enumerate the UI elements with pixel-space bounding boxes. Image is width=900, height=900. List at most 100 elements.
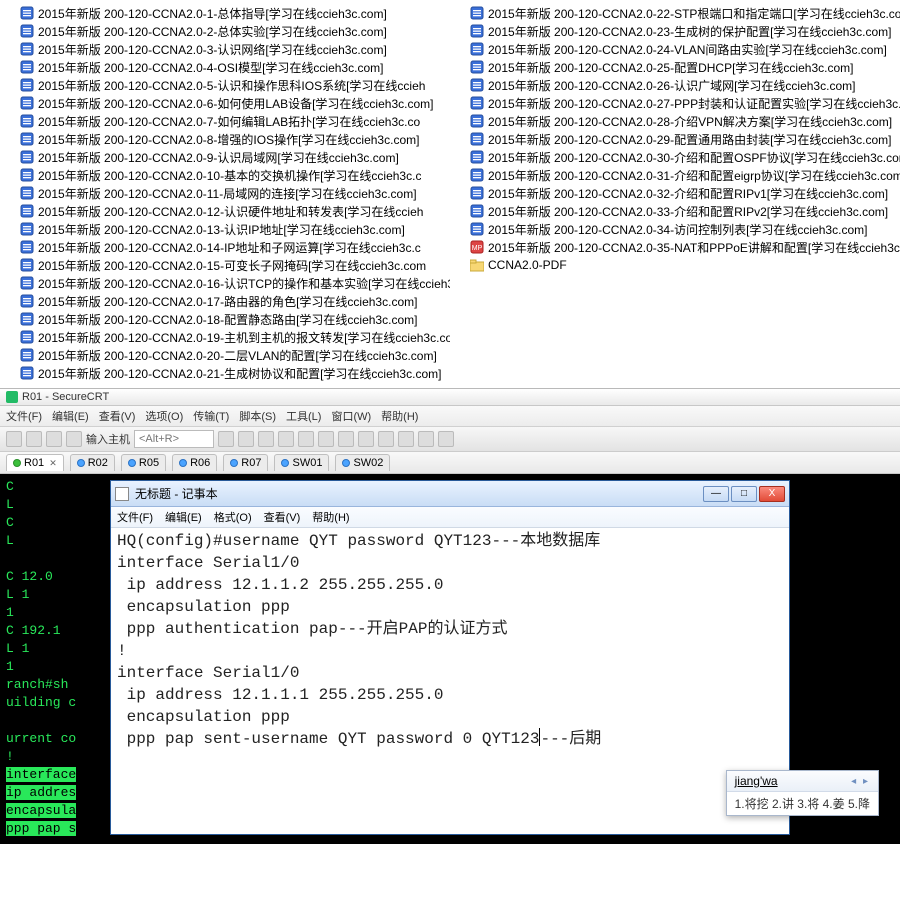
ime-candidates[interactable]: 1.将挖 2.讲 3.将 4.姜 5.降 (727, 792, 878, 815)
notepad-menu-item[interactable]: 查看(V) (264, 509, 301, 525)
file-item[interactable]: 2015年新版 200-120-CCNA2.0-10-基本的交换机操作[学习在线… (0, 166, 450, 184)
document-icon (470, 114, 484, 128)
file-item[interactable]: 2015年新版 200-120-CCNA2.0-30-介绍和配置OSPF协议[学… (450, 148, 900, 166)
tb-btn-8[interactable] (278, 431, 294, 447)
file-item[interactable]: 2015年新版 200-120-CCNA2.0-13-认识IP地址[学习在线cc… (0, 220, 450, 238)
tb-btn-14[interactable] (398, 431, 414, 447)
document-icon (20, 132, 34, 146)
ime-nav-arrows[interactable]: ◂ ▸ (851, 776, 870, 787)
crt-toolbar: 输入主机 (0, 427, 900, 452)
notepad-titlebar[interactable]: 无标题 - 记事本 — □ X (111, 481, 789, 507)
session-tab[interactable]: SW02 (335, 454, 390, 471)
file-item[interactable]: 2015年新版 200-120-CCNA2.0-14-IP地址和子网运算[学习在… (0, 238, 450, 256)
notepad-menu-item[interactable]: 编辑(E) (165, 509, 202, 525)
tb-btn-10[interactable] (318, 431, 334, 447)
file-item[interactable]: 2015年新版 200-120-CCNA2.0-5-认识和操作思科IOS系统[学… (0, 76, 450, 94)
file-item[interactable]: 2015年新版 200-120-CCNA2.0-28-介绍VPN解决方案[学习在… (450, 112, 900, 130)
session-tab[interactable]: R05 (121, 454, 166, 471)
session-tab[interactable]: SW01 (274, 454, 329, 471)
crt-menu-item[interactable]: 帮助(H) (381, 408, 418, 424)
tb-btn-6[interactable] (238, 431, 254, 447)
crt-menu-item[interactable]: 查看(V) (99, 408, 136, 424)
crt-menu-item[interactable]: 脚本(S) (239, 408, 276, 424)
file-label: 2015年新版 200-120-CCNA2.0-2-总体实验[学习在线ccieh… (38, 23, 387, 40)
file-column-right: 2015年新版 200-120-CCNA2.0-22-STP根端口和指定端口[学… (450, 4, 900, 382)
file-item[interactable]: 2015年新版 200-120-CCNA2.0-12-认识硬件地址和转发表[学习… (0, 202, 450, 220)
file-item[interactable]: 2015年新版 200-120-CCNA2.0-32-介绍和配置RIPv1[学习… (450, 184, 900, 202)
crt-menu-item[interactable]: 工具(L) (286, 408, 321, 424)
minimize-button[interactable]: — (703, 486, 729, 502)
tb-btn-9[interactable] (298, 431, 314, 447)
tab-label: R06 (190, 457, 210, 469)
close-button[interactable]: X (759, 486, 785, 502)
file-item[interactable]: 2015年新版 200-120-CCNA2.0-3-认识网络[学习在线ccieh… (0, 40, 450, 58)
file-item[interactable]: 2015年新版 200-120-CCNA2.0-20-二层VLAN的配置[学习在… (0, 346, 450, 364)
tb-btn-1[interactable] (6, 431, 22, 447)
maximize-button[interactable]: □ (731, 486, 757, 502)
crt-menu-item[interactable]: 编辑(E) (52, 408, 89, 424)
tb-btn-2[interactable] (26, 431, 42, 447)
document-icon (20, 348, 34, 362)
file-item[interactable]: 2015年新版 200-120-CCNA2.0-23-生成树的保护配置[学习在线… (450, 22, 900, 40)
file-item[interactable]: 2015年新版 200-120-CCNA2.0-18-配置静态路由[学习在线cc… (0, 310, 450, 328)
session-tab[interactable]: R01✕ (6, 454, 64, 471)
tb-btn-13[interactable] (378, 431, 394, 447)
file-item[interactable]: 2015年新版 200-120-CCNA2.0-2-总体实验[学习在线ccieh… (0, 22, 450, 40)
document-icon (20, 222, 34, 236)
file-item[interactable]: 2015年新版 200-120-CCNA2.0-22-STP根端口和指定端口[学… (450, 4, 900, 22)
file-item[interactable]: 2015年新版 200-120-CCNA2.0-1-总体指导[学习在线ccieh… (0, 4, 450, 22)
file-item[interactable]: 2015年新版 200-120-CCNA2.0-33-介绍和配置RIPv2[学习… (450, 202, 900, 220)
tab-close-icon[interactable]: ✕ (49, 458, 57, 469)
crt-menu-item[interactable]: 传输(T) (193, 408, 229, 424)
tb-btn-4[interactable] (66, 431, 82, 447)
file-item[interactable]: 2015年新版 200-120-CCNA2.0-27-PPP封装和认证配置实验[… (450, 94, 900, 112)
document-icon (20, 312, 34, 326)
tb-btn-5[interactable] (218, 431, 234, 447)
tb-btn-3[interactable] (46, 431, 62, 447)
tb-btn-7[interactable] (258, 431, 274, 447)
tab-label: SW02 (353, 457, 383, 469)
session-tab[interactable]: R06 (172, 454, 217, 471)
file-item[interactable]: 2015年新版 200-120-CCNA2.0-6-如何使用LAB设备[学习在线… (0, 94, 450, 112)
file-item[interactable]: 2015年新版 200-120-CCNA2.0-8-增强的IOS操作[学习在线c… (0, 130, 450, 148)
file-item[interactable]: 2015年新版 200-120-CCNA2.0-26-认识广域网[学习在线cci… (450, 76, 900, 94)
file-item[interactable]: 2015年新版 200-120-CCNA2.0-34-访问控制列表[学习在线cc… (450, 220, 900, 238)
svg-text:MP: MP (472, 245, 483, 252)
tb-btn-15[interactable] (418, 431, 434, 447)
file-item[interactable]: MP2015年新版 200-120-CCNA2.0-35-NAT和PPPoE讲解… (450, 238, 900, 256)
notepad-menu-item[interactable]: 格式(O) (214, 509, 252, 525)
file-item[interactable]: 2015年新版 200-120-CCNA2.0-4-OSI模型[学习在线ccie… (0, 58, 450, 76)
file-item[interactable]: 2015年新版 200-120-CCNA2.0-29-配置通用路由封装[学习在线… (450, 130, 900, 148)
crt-menu-item[interactable]: 文件(F) (6, 408, 42, 424)
file-item[interactable]: CCNA2.0-PDF (450, 256, 900, 274)
session-tab[interactable]: R02 (70, 454, 115, 471)
crt-menubar[interactable]: 文件(F) 编辑(E) 查看(V) 选项(O) 传输(T) 脚本(S) 工具(L) 窗口(W)… (0, 406, 900, 427)
crt-menu-item[interactable]: 窗口(W) (331, 408, 371, 424)
tb-btn-16[interactable] (438, 431, 454, 447)
file-label: 2015年新版 200-120-CCNA2.0-34-访问控制列表[学习在线cc… (488, 221, 867, 238)
notepad-menubar[interactable]: 文件(F) 编辑(E) 格式(O) 查看(V) 帮助(H) (111, 507, 789, 528)
file-label: 2015年新版 200-120-CCNA2.0-11-局域网的连接[学习在线cc… (38, 185, 417, 202)
file-item[interactable]: 2015年新版 200-120-CCNA2.0-17-路由器的角色[学习在线cc… (0, 292, 450, 310)
file-item[interactable]: 2015年新版 200-120-CCNA2.0-25-配置DHCP[学习在线cc… (450, 58, 900, 76)
notepad-menu-item[interactable]: 帮助(H) (312, 509, 349, 525)
file-label: 2015年新版 200-120-CCNA2.0-6-如何使用LAB设备[学习在线… (38, 95, 433, 112)
file-item[interactable]: 2015年新版 200-120-CCNA2.0-16-认识TCP的操作和基本实验… (0, 274, 450, 292)
file-item[interactable]: 2015年新版 200-120-CCNA2.0-11-局域网的连接[学习在线cc… (0, 184, 450, 202)
tb-btn-11[interactable] (338, 431, 354, 447)
file-item[interactable]: 2015年新版 200-120-CCNA2.0-9-认识局域网[学习在线ccie… (0, 148, 450, 166)
crt-menu-item[interactable]: 选项(O) (145, 408, 183, 424)
file-item[interactable]: 2015年新版 200-120-CCNA2.0-19-主机到主机的报文转发[学习… (0, 328, 450, 346)
file-item[interactable]: 2015年新版 200-120-CCNA2.0-15-可变长子网掩码[学习在线c… (0, 256, 450, 274)
document-icon (470, 42, 484, 56)
file-item[interactable]: 2015年新版 200-120-CCNA2.0-31-介绍和配置eigrp协议[… (450, 166, 900, 184)
tb-btn-12[interactable] (358, 431, 374, 447)
notepad-textarea[interactable]: HQ(config)#username QYT password QYT123-… (111, 528, 789, 752)
file-item[interactable]: 2015年新版 200-120-CCNA2.0-24-VLAN间路由实验[学习在… (450, 40, 900, 58)
crt-terminal-area: CLCLC 12.0L 1 1C 192.1L 1 1ranch#shuildi… (0, 474, 900, 844)
file-item[interactable]: 2015年新版 200-120-CCNA2.0-21-生成树协议和配置[学习在线… (0, 364, 450, 382)
host-input[interactable] (134, 430, 214, 448)
notepad-menu-item[interactable]: 文件(F) (117, 509, 153, 525)
file-item[interactable]: 2015年新版 200-120-CCNA2.0-7-如何编辑LAB拓扑[学习在线… (0, 112, 450, 130)
session-tab[interactable]: R07 (223, 454, 268, 471)
